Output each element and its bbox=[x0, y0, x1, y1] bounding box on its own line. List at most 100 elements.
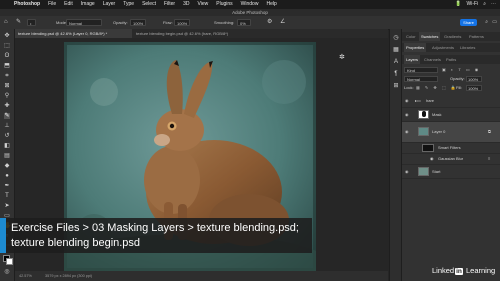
caption-accent-bar bbox=[0, 218, 6, 253]
visibility-eye-icon[interactable]: ◉ bbox=[405, 165, 409, 178]
menu-status: 🔋 Wi-Fi ⌕ ⋯ bbox=[455, 0, 496, 9]
path-select-tool-icon[interactable]: ➤ bbox=[4, 203, 10, 209]
layer-row-start[interactable]: ◉ Start bbox=[402, 165, 500, 179]
quick-mask-icon[interactable]: ◎ bbox=[4, 269, 10, 275]
smoothing-label: Smoothing: bbox=[214, 20, 235, 25]
glyphs-panel-icon[interactable]: ⊞ bbox=[393, 83, 399, 89]
brush-tool-icon[interactable]: ✎ bbox=[16, 19, 21, 26]
menu-item[interactable]: Help bbox=[266, 0, 276, 9]
status-icon[interactable]: Wi-Fi bbox=[467, 0, 479, 9]
blur-tool-icon[interactable]: ◆ bbox=[4, 163, 10, 169]
flow-label: Flow: bbox=[163, 20, 173, 25]
menu-item[interactable]: Window bbox=[241, 0, 259, 9]
fill-field[interactable]: 100% bbox=[466, 85, 482, 91]
layer-row-gaussian-blur[interactable]: ◉ Gaussian Blur ≡ bbox=[402, 154, 500, 165]
status-icon[interactable]: ⋯ bbox=[491, 0, 496, 9]
eraser-tool-icon[interactable]: ◧ bbox=[4, 143, 10, 149]
document-info[interactable]: 3579 px x 2894 px (300 ppi) bbox=[45, 271, 92, 281]
layer-name: Start bbox=[432, 169, 441, 174]
menu-item[interactable]: Filter bbox=[164, 0, 175, 9]
gradient-tool-icon[interactable]: ▤ bbox=[4, 153, 10, 159]
history-panel-icon[interactable]: ◷ bbox=[393, 35, 399, 41]
hare-pupil bbox=[169, 123, 175, 129]
move-tool-icon[interactable]: ✥ bbox=[4, 33, 10, 39]
tab-adjustments[interactable]: Adjustments bbox=[430, 43, 456, 52]
share-button[interactable]: Share bbox=[460, 19, 477, 26]
visibility-eye-icon[interactable]: ◉ bbox=[405, 108, 409, 121]
object-select-tool-icon[interactable]: ⬒ bbox=[4, 63, 10, 69]
layer-opacity-field[interactable]: 100% bbox=[466, 76, 482, 82]
crop-tool-icon[interactable]: ⌗ bbox=[4, 73, 10, 79]
menu-item[interactable]: Select bbox=[142, 0, 156, 9]
lock-icons[interactable]: ▦ ✎ ✥ ⬚ 🔒 bbox=[416, 85, 458, 91]
menu-item[interactable]: Image bbox=[81, 0, 95, 9]
eyedropper-tool-icon[interactable]: ⚲ bbox=[4, 93, 10, 99]
tab-texture-blending[interactable]: texture blending.psd @ 42.6% (Layer 0, R… bbox=[14, 29, 132, 38]
filter-icons[interactable]: ▣ ◐ T ▭ ◉ bbox=[442, 67, 480, 72]
logo-linked: Linked bbox=[432, 266, 455, 275]
tab-paths[interactable]: Paths bbox=[444, 55, 458, 64]
background-color-swatch[interactable] bbox=[6, 258, 13, 265]
layer-row-layer-0[interactable]: ◉ Layer 0 ⧉ bbox=[402, 122, 500, 143]
search-icon[interactable]: ⌕ bbox=[485, 19, 488, 26]
angle-icon[interactable]: ∠ bbox=[280, 19, 285, 26]
healing-tool-icon[interactable]: ✚ bbox=[4, 103, 10, 109]
menu-bar: Photoshop File Edit Image Layer Type Select Fil… bbox=[0, 0, 500, 9]
flow-field[interactable]: 100% bbox=[174, 19, 190, 26]
mode-select[interactable]: Normal bbox=[66, 19, 102, 26]
tab-libraries[interactable]: Libraries bbox=[458, 43, 477, 52]
smoothing-field[interactable]: 0% bbox=[237, 19, 251, 26]
color-panel-tabs: Color Swatches Gradients Patterns bbox=[402, 32, 500, 41]
tab-gradients[interactable]: Gradients bbox=[442, 32, 463, 41]
tab-properties[interactable]: Properties bbox=[404, 43, 427, 52]
layer-name: Gaussian Blur bbox=[438, 156, 464, 161]
filter-options-icon[interactable]: ≡ bbox=[488, 154, 490, 164]
layer-filter-select[interactable]: Kind bbox=[404, 67, 438, 73]
layer-row-smart-filters[interactable]: Smart Filters bbox=[402, 143, 500, 154]
menu-item[interactable]: Type bbox=[123, 0, 134, 9]
paragraph-panel-icon[interactable]: ¶ bbox=[393, 71, 399, 77]
tab-layers[interactable]: Layers bbox=[404, 55, 421, 64]
visibility-eye-icon[interactable]: ◉ bbox=[405, 94, 409, 107]
brush-tool-icon[interactable]: ✎ bbox=[4, 113, 10, 119]
status-icon[interactable]: ⌕ bbox=[483, 0, 486, 9]
menu-item[interactable]: View bbox=[198, 0, 209, 9]
brush-size-picker[interactable]: • bbox=[27, 19, 36, 26]
opacity-field[interactable]: 100% bbox=[130, 19, 146, 26]
workspace-icon[interactable]: ▭ bbox=[492, 19, 497, 26]
gear-icon[interactable]: ⚙ bbox=[267, 19, 272, 26]
layer-name: hare bbox=[426, 98, 435, 103]
menu-item[interactable]: 3D bbox=[183, 0, 189, 9]
layer-name: Smart Filters bbox=[438, 145, 461, 150]
type-tool-icon[interactable]: T bbox=[4, 193, 10, 199]
home-icon[interactable]: ⌂ bbox=[4, 19, 8, 26]
pen-tool-icon[interactable]: ✒ bbox=[4, 183, 10, 189]
lasso-tool-icon[interactable]: ʘ bbox=[4, 53, 10, 59]
tab-swatches[interactable]: Swatches bbox=[419, 32, 441, 41]
menu-item[interactable]: Photoshop bbox=[14, 0, 40, 9]
artboard-tool-icon[interactable]: ⬚ bbox=[4, 43, 10, 49]
zoom-level[interactable]: 42.57% bbox=[19, 271, 32, 281]
tab-texture-blending-begin[interactable]: texture blending begin.psd @ 42.6% (hare… bbox=[132, 29, 240, 38]
layer-row-hare[interactable]: ◉ ▸▭ hare bbox=[402, 94, 500, 108]
history-brush-tool-icon[interactable]: ↺ bbox=[4, 133, 10, 139]
filter-eye-icon[interactable]: ◉ bbox=[430, 154, 434, 164]
stamp-tool-icon[interactable]: ⊥ bbox=[4, 123, 10, 129]
character-panel-icon[interactable]: A bbox=[393, 59, 399, 65]
tab-patterns[interactable]: Patterns bbox=[467, 32, 486, 41]
properties-panel-icon[interactable]: ▦ bbox=[393, 47, 399, 53]
menu-item[interactable]: Layer bbox=[103, 0, 116, 9]
folder-icon: ▸▭ bbox=[415, 98, 421, 103]
frame-tool-icon[interactable]: ⊠ bbox=[4, 83, 10, 89]
tab-color[interactable]: Color bbox=[404, 32, 418, 41]
blend-mode-select[interactable]: Normal bbox=[404, 76, 438, 82]
layer-row-mask[interactable]: ◉ Mask bbox=[402, 108, 500, 122]
status-icon[interactable]: 🔋 bbox=[455, 0, 461, 9]
caption-line-2: texture blending begin.psd bbox=[11, 237, 141, 249]
dodge-tool-icon[interactable]: ● bbox=[4, 173, 10, 179]
tab-channels[interactable]: Channels bbox=[422, 55, 443, 64]
visibility-eye-icon[interactable]: ◉ bbox=[405, 122, 409, 142]
menu-item[interactable]: Plugins bbox=[216, 0, 232, 9]
menu-item[interactable]: Edit bbox=[64, 0, 73, 9]
menu-item[interactable]: File bbox=[48, 0, 56, 9]
